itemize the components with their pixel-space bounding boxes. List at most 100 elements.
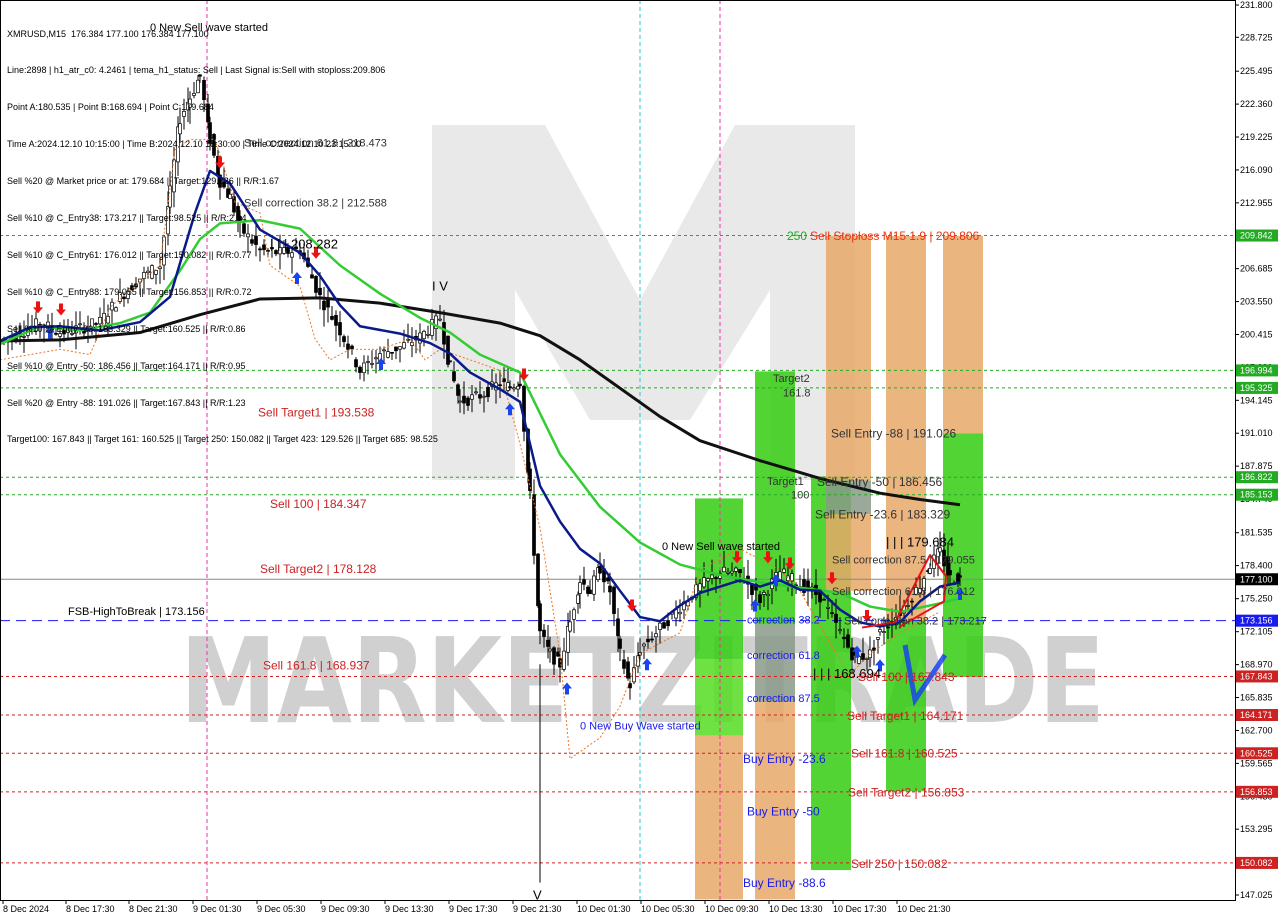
candle-body	[654, 633, 658, 638]
y-tick-label: 165.835	[1240, 693, 1273, 703]
price-tag-label: 209.842	[1240, 231, 1273, 241]
chart-label: Buy Entry -88.6	[743, 876, 826, 890]
price-tag-label: 164.171	[1240, 710, 1273, 720]
candle-body	[536, 553, 540, 607]
chart-label: 100	[791, 489, 809, 501]
y-tick-label: 191.010	[1240, 428, 1273, 438]
target-zone	[826, 235, 871, 481]
y-tick-label: 187.875	[1240, 461, 1273, 471]
candle-body	[758, 594, 762, 603]
chart-label: Sell Entry -88 | 191.026	[831, 427, 957, 441]
candle-body	[876, 637, 880, 640]
candle-body	[906, 605, 910, 607]
y-tick-label: 153.295	[1240, 824, 1273, 834]
candle-body	[658, 622, 662, 630]
x-tick-label: 9 Dec 17:30	[449, 904, 498, 914]
candle-body	[850, 647, 854, 661]
candle-body	[552, 647, 556, 665]
x-tick-label: 10 Dec 13:30	[769, 904, 823, 914]
chart-label: 0 New Buy Wave started	[580, 720, 701, 732]
price-tag-label: 186.822	[1240, 472, 1273, 482]
info-line: Time A:2024.12.10 10:15:00 | Time B:2024…	[7, 139, 362, 150]
chart-label: Sell 161.8 | 160.525	[851, 747, 958, 761]
candle-body	[546, 639, 550, 647]
candle-body	[910, 600, 914, 603]
chart-label: Target1	[767, 476, 804, 488]
price-tag-label: 196.994	[1240, 365, 1273, 375]
price-tag-label: 177.100	[1240, 574, 1273, 584]
candle-body	[538, 603, 542, 632]
chart-label: 161.8	[783, 388, 811, 400]
x-tick-label: 9 Dec 05:30	[257, 904, 306, 914]
candle-body	[618, 638, 622, 649]
x-tick-label: 10 Dec 17:30	[833, 904, 887, 914]
candle-body	[762, 592, 766, 595]
candle-body	[738, 569, 742, 574]
price-tag-label: 160.525	[1240, 748, 1273, 758]
info-line: Point A:180.535 | Point B:168.694 | Poin…	[7, 102, 214, 113]
info-line: Line:2898 | h1_atr_c0: 4.2461 | tema_h1_…	[7, 65, 386, 76]
chart-label: Sell Target2 | 156.853	[848, 786, 965, 800]
info-line: Sell %10 @ Entry -50: 186.456 || Target:…	[7, 360, 246, 371]
price-tag-label: 173.156	[1240, 616, 1273, 626]
candle-body	[556, 651, 560, 657]
price-tag-label: 167.843	[1240, 671, 1273, 681]
candle-body	[861, 653, 865, 660]
candle-body	[516, 385, 520, 390]
info-line: Sell %10 @ C_Entry38: 173.217 || Target:…	[7, 213, 247, 224]
info-panel: XMRUSD,M15 176.384 177.100 176.384 177.1…	[7, 3, 438, 458]
info-line: XMRUSD,M15 176.384 177.100 176.384 177.1…	[7, 28, 209, 39]
x-tick-label: 10 Dec 21:30	[897, 904, 951, 914]
candle-body	[646, 638, 650, 643]
x-tick-label: 8 Dec 17:30	[66, 904, 115, 914]
candle-body	[710, 574, 714, 579]
candle-body	[882, 631, 886, 633]
chart-label: correction 38.2	[747, 614, 820, 626]
chart-label: Sell correction 87.5 | 179.055	[832, 555, 975, 567]
candle-body	[726, 571, 730, 574]
info-line: Sell %20 @ Market price or at: 179.684 |…	[7, 176, 279, 187]
candle-body	[834, 613, 838, 623]
candle-body	[868, 649, 872, 659]
candle-body	[452, 371, 456, 382]
candle-body	[698, 583, 702, 592]
candle-body	[470, 394, 474, 400]
candle-body	[456, 384, 460, 396]
chart-label: 250	[787, 229, 807, 243]
candle-body	[846, 634, 850, 648]
info-line: Sell %10 @ C_Entry88: 179.055 || Target:…	[7, 286, 252, 297]
x-tick-label: 9 Dec 21:30	[513, 904, 562, 914]
candle-body	[842, 636, 846, 640]
y-tick-label: 181.535	[1240, 528, 1273, 538]
candle-body	[750, 584, 754, 595]
candle-body	[548, 648, 552, 652]
y-tick-label: 147.025	[1240, 890, 1273, 900]
chart-label: FSB-HighToBreak | 173.156	[68, 606, 205, 618]
x-tick-label: 8 Dec 21:30	[129, 904, 178, 914]
y-tick-label: 200.415	[1240, 329, 1273, 339]
y-tick-label: 172.105	[1240, 627, 1273, 637]
candle-body	[518, 383, 522, 387]
candle-body	[706, 578, 710, 582]
y-tick-label: 178.400	[1240, 561, 1273, 571]
candle-body	[958, 575, 962, 578]
candle-body	[702, 577, 706, 588]
target-zone	[695, 659, 743, 736]
candle-body	[572, 609, 576, 620]
chart-label: Target2	[773, 373, 810, 385]
candle-body	[588, 589, 592, 595]
candle-body	[612, 586, 616, 614]
candle-body	[512, 387, 516, 390]
candle-body	[766, 594, 770, 597]
candle-body	[442, 322, 446, 345]
candle-body	[542, 629, 546, 637]
chart-label: Sell Target2 | 178.128	[260, 562, 377, 576]
chart-label: Sell Entry -23.6 | 183.329	[815, 507, 951, 521]
y-tick-label: 168.970	[1240, 660, 1273, 670]
chart-label: Buy Entry -23.6	[743, 752, 826, 766]
y-tick-label: 162.700	[1240, 725, 1273, 735]
chart-label: correction 61.8	[747, 650, 820, 662]
candle-body	[948, 570, 952, 576]
candle-body	[498, 384, 502, 387]
candle-body	[878, 629, 882, 633]
